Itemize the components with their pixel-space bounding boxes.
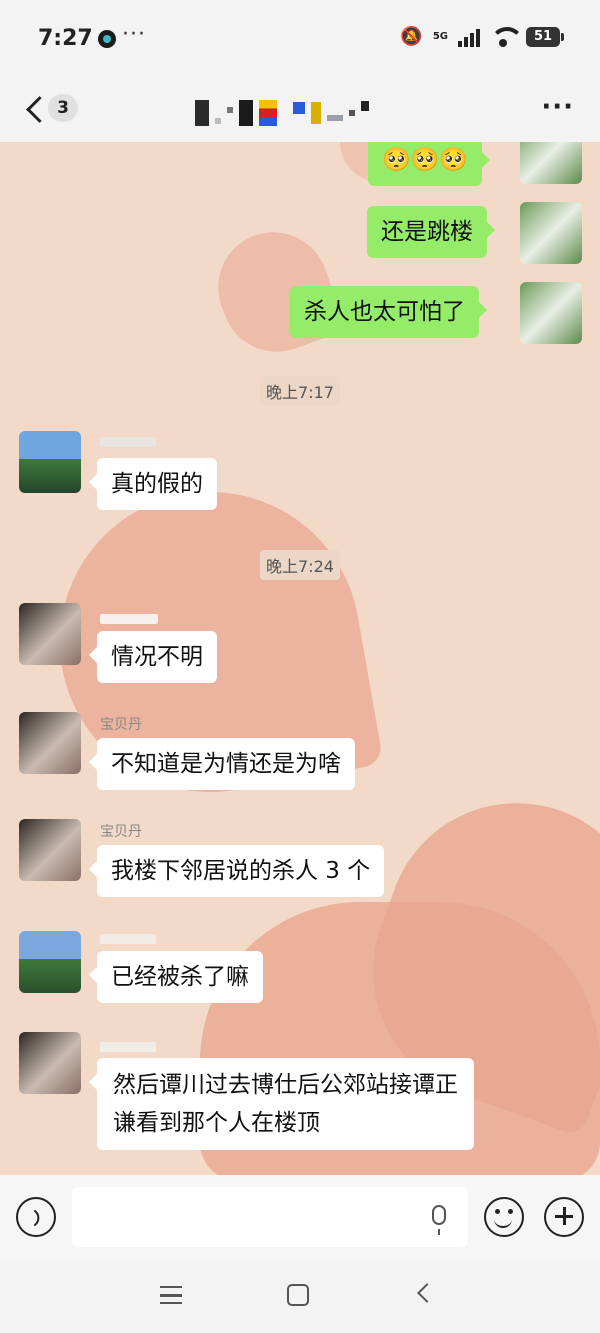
incoming-message[interactable]: 不知道是为情还是为啥 — [89, 738, 355, 790]
home-icon[interactable] — [287, 1284, 309, 1306]
incoming-message[interactable]: 我楼下邻居说的杀人 3 个 — [88, 845, 385, 897]
more-notifications-icon: ··· — [122, 22, 146, 47]
voice-input-icon[interactable] — [16, 1197, 56, 1237]
status-icons: 🔕 5G 51 — [400, 26, 564, 47]
recent-apps-icon[interactable] — [160, 1286, 182, 1304]
contact-avatar[interactable] — [19, 712, 81, 774]
my-avatar[interactable] — [520, 142, 582, 184]
system-back-icon[interactable] — [417, 1283, 437, 1303]
incoming-message[interactable]: 然后谭川过去博仕后公郊站接谭正 谦看到那个人在楼顶 — [89, 1058, 474, 1150]
app-notification-icon — [98, 30, 116, 48]
mute-icon: 🔕 — [400, 26, 423, 47]
message-timestamp: 晚上7:24 — [0, 550, 600, 580]
more-options-icon[interactable]: ··· — [541, 92, 574, 122]
sender-name-pixelated — [100, 437, 156, 447]
battery-icon: 51 — [526, 26, 564, 47]
sender-name-pixelated — [100, 934, 156, 944]
system-navigation-bar — [0, 1260, 600, 1333]
incoming-message[interactable]: 情况不明 — [89, 631, 217, 683]
sender-name: 宝贝丹 — [100, 824, 142, 840]
message-timestamp: 晚上7:17 — [0, 376, 600, 406]
emoji-icon[interactable] — [484, 1197, 524, 1237]
clock: 7:27 — [38, 26, 93, 51]
status-bar: 7:27 ··· 🔕 5G 51 — [0, 0, 600, 80]
contact-avatar[interactable] — [19, 431, 81, 493]
chat-area[interactable]: 🥺🥺🥺 还是跳楼 杀人也太可怕了 晚上7:17 真的假的 晚上7:24 情况不明… — [0, 142, 600, 1175]
signal-icon — [458, 27, 480, 47]
outgoing-message[interactable]: 杀人也太可怕了 — [290, 286, 487, 338]
incoming-message[interactable]: 真的假的 — [89, 458, 217, 510]
microphone-icon[interactable] — [432, 1205, 446, 1235]
input-bar — [0, 1175, 600, 1260]
chat-header: 3 ··· — [0, 80, 600, 142]
sender-name: 宝贝丹 — [100, 717, 142, 733]
contact-avatar[interactable] — [19, 603, 81, 665]
sender-name-pixelated — [100, 614, 158, 624]
my-avatar[interactable] — [520, 202, 582, 264]
message-input[interactable] — [72, 1187, 468, 1247]
my-avatar[interactable] — [520, 282, 582, 344]
add-icon[interactable] — [544, 1197, 584, 1237]
message-line: 谦看到那个人在楼顶 — [113, 1110, 320, 1136]
unread-badge: 3 — [48, 94, 78, 122]
wifi-icon — [490, 26, 524, 47]
outgoing-message[interactable]: 🥺🥺🥺 — [368, 142, 490, 186]
contact-avatar[interactable] — [19, 819, 81, 881]
outgoing-message[interactable]: 还是跳楼 — [367, 206, 495, 258]
sender-name-pixelated — [100, 1042, 156, 1052]
contact-avatar[interactable] — [19, 931, 81, 993]
chat-title-pixelated — [195, 98, 369, 128]
message-line: 然后谭川过去博仕后公郊站接谭正 — [113, 1072, 458, 1098]
network-type: 5G — [432, 30, 448, 42]
incoming-message[interactable]: 已经被杀了嘛 — [89, 951, 263, 1003]
contact-avatar[interactable] — [19, 1032, 81, 1094]
